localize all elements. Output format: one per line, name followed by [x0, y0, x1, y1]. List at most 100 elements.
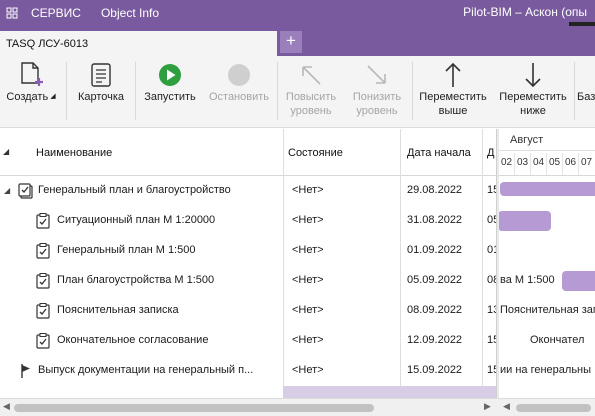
stop-label: Остановить: [208, 91, 270, 103]
toolbar-separator: [66, 62, 67, 120]
table-row[interactable]: Пояснительная записка <Нет> 08.09.2022 1…: [0, 296, 498, 326]
gantt-scrollbar-thumb[interactable]: [516, 404, 591, 412]
horizontal-scrollbar[interactable]: ◀ ▶ ◀: [0, 398, 595, 416]
toolbar-separator: [574, 62, 575, 120]
gantt-bar[interactable]: [500, 182, 595, 196]
task-icon: [36, 243, 50, 262]
row-name: Ситуационный план М 1:20000: [57, 214, 216, 226]
table-row[interactable]: Генеральный план М 1:500 <Нет> 01.09.202…: [0, 236, 498, 266]
table-row[interactable]: План благоустройства М 1:500 <Нет> 05.09…: [0, 266, 498, 296]
stop-icon: [227, 60, 251, 90]
gantt-splitter[interactable]: [496, 129, 499, 416]
gantt-bar-label: Окончател: [530, 334, 585, 346]
flag-icon: [20, 363, 32, 382]
gantt-bar-label: ии на генеральны: [500, 364, 592, 376]
tab-tasq[interactable]: TASQ ЛСУ-6013: [0, 31, 277, 56]
gantt-day: 06: [562, 153, 578, 175]
row-start-date: 05.09.2022: [407, 274, 463, 286]
row-name: Генеральный план М 1:500: [57, 244, 196, 256]
toolbar: Создать ◢ Карточка Запустить Остановить П…: [0, 56, 595, 128]
move-down-label-1: Переместить: [499, 91, 567, 103]
toolbar-separator: [277, 62, 278, 120]
task-group-icon: [18, 183, 34, 202]
expand-collapse-icon[interactable]: ◢: [4, 186, 10, 195]
row-name: Генеральный план и благоустройство: [38, 184, 231, 196]
gantt-chart: ва М 1:500 Пояснительная запис Окончател…: [498, 176, 595, 398]
toolbar-separator: [412, 62, 413, 120]
gantt-day: 07: [578, 153, 594, 175]
gantt-day: 05: [546, 153, 562, 175]
table-row[interactable]: Выпуск документации на генеральный п... …: [0, 356, 498, 386]
menu-object-info[interactable]: Object Info: [101, 6, 159, 20]
row-state: <Нет>: [292, 304, 324, 316]
app-title: Pilot-BIM – Аскон (опы: [463, 5, 587, 19]
move-down-label-2: ниже: [520, 105, 546, 117]
column-header-state[interactable]: Состояние: [288, 129, 343, 176]
gantt-bar-label: ва М 1:500: [500, 274, 555, 286]
create-button[interactable]: Создать ◢: [2, 60, 60, 124]
new-document-icon: [18, 60, 44, 90]
arrow-up-left-icon: [298, 60, 324, 90]
tab-bar: TASQ ЛСУ-6013 +: [0, 26, 595, 59]
row-start-date: 29.08.2022: [407, 184, 463, 196]
arrow-down-icon: [523, 60, 543, 90]
app-logo-icon[interactable]: [5, 6, 19, 20]
column-header-start-date[interactable]: Дата начала: [407, 129, 471, 176]
gantt-month-label: Август: [510, 134, 544, 146]
stop-button[interactable]: Остановить: [206, 60, 272, 124]
row-state: <Нет>: [292, 214, 324, 226]
selected-row-highlight[interactable]: [283, 386, 498, 398]
gantt-day: 02: [498, 153, 514, 175]
row-name: Выпуск документации на генеральный п...: [38, 364, 254, 376]
task-icon: [36, 303, 50, 322]
raise-level-label-2: уровень: [290, 105, 332, 117]
scrollbar-thumb[interactable]: [14, 404, 374, 412]
card-button[interactable]: Карточка: [72, 60, 130, 124]
create-label: Создать: [6, 91, 49, 103]
table-row[interactable]: ◢ Генеральный план и благоустройство <Не…: [0, 176, 498, 206]
row-name: План благоустройства М 1:500: [57, 274, 215, 286]
scroll-right-icon[interactable]: ▶: [484, 401, 491, 412]
gantt-bar[interactable]: [562, 271, 595, 291]
column-header-name[interactable]: Наименование: [36, 129, 112, 176]
arrow-up-icon: [443, 60, 463, 90]
scroll-left-icon[interactable]: ◀: [3, 401, 10, 412]
move-up-button[interactable]: Переместить выше: [415, 60, 491, 124]
lower-level-label-1: Понизить: [352, 91, 402, 103]
row-state: <Нет>: [292, 364, 324, 376]
lower-level-label-2: уровень: [356, 105, 398, 117]
row-start-date: 15.09.2022: [407, 364, 463, 376]
arrow-down-right-icon: [364, 60, 390, 90]
base-button[interactable]: Баз: [577, 60, 595, 124]
table-row[interactable]: Окончательное согласование <Нет> 12.09.2…: [0, 326, 498, 356]
start-label: Запустить: [144, 91, 196, 103]
gantt-bar[interactable]: [498, 211, 551, 231]
row-state: <Нет>: [292, 244, 324, 256]
menu-service[interactable]: СЕРВИС: [31, 6, 81, 20]
lower-level-button[interactable]: Понизить уровень: [346, 60, 408, 124]
row-name: Окончательное согласование: [57, 334, 209, 346]
row-state: <Нет>: [292, 334, 324, 346]
dropdown-caret-icon: ◢: [50, 93, 56, 101]
row-start-date: 12.09.2022: [407, 334, 463, 346]
gantt-scroll-left-icon[interactable]: ◀: [503, 401, 510, 412]
card-icon: [90, 60, 112, 90]
collapse-all-icon[interactable]: ◢: [3, 147, 9, 156]
move-down-button[interactable]: Переместить ниже: [495, 60, 571, 124]
raise-level-button[interactable]: Повысить уровень: [281, 60, 341, 124]
table-row[interactable]: Ситуационный план М 1:20000 <Нет> 31.08.…: [0, 206, 498, 236]
toolbar-separator: [135, 62, 136, 120]
add-tab-button[interactable]: +: [280, 31, 302, 53]
task-icon: [36, 213, 50, 232]
row-start-date: 08.09.2022: [407, 304, 463, 316]
start-button[interactable]: Запустить: [140, 60, 200, 124]
row-start-date: 31.08.2022: [407, 214, 463, 226]
gantt-days: 02 03 04 05 06 07: [498, 153, 595, 175]
gantt-bar-label: Пояснительная запис: [500, 304, 595, 316]
row-start-date: 01.09.2022: [407, 244, 463, 256]
task-icon: [36, 273, 50, 292]
task-icon: [36, 333, 50, 352]
row-name: Пояснительная записка: [57, 304, 179, 316]
base-icon: [577, 60, 595, 90]
gantt-day: 04: [530, 153, 546, 175]
